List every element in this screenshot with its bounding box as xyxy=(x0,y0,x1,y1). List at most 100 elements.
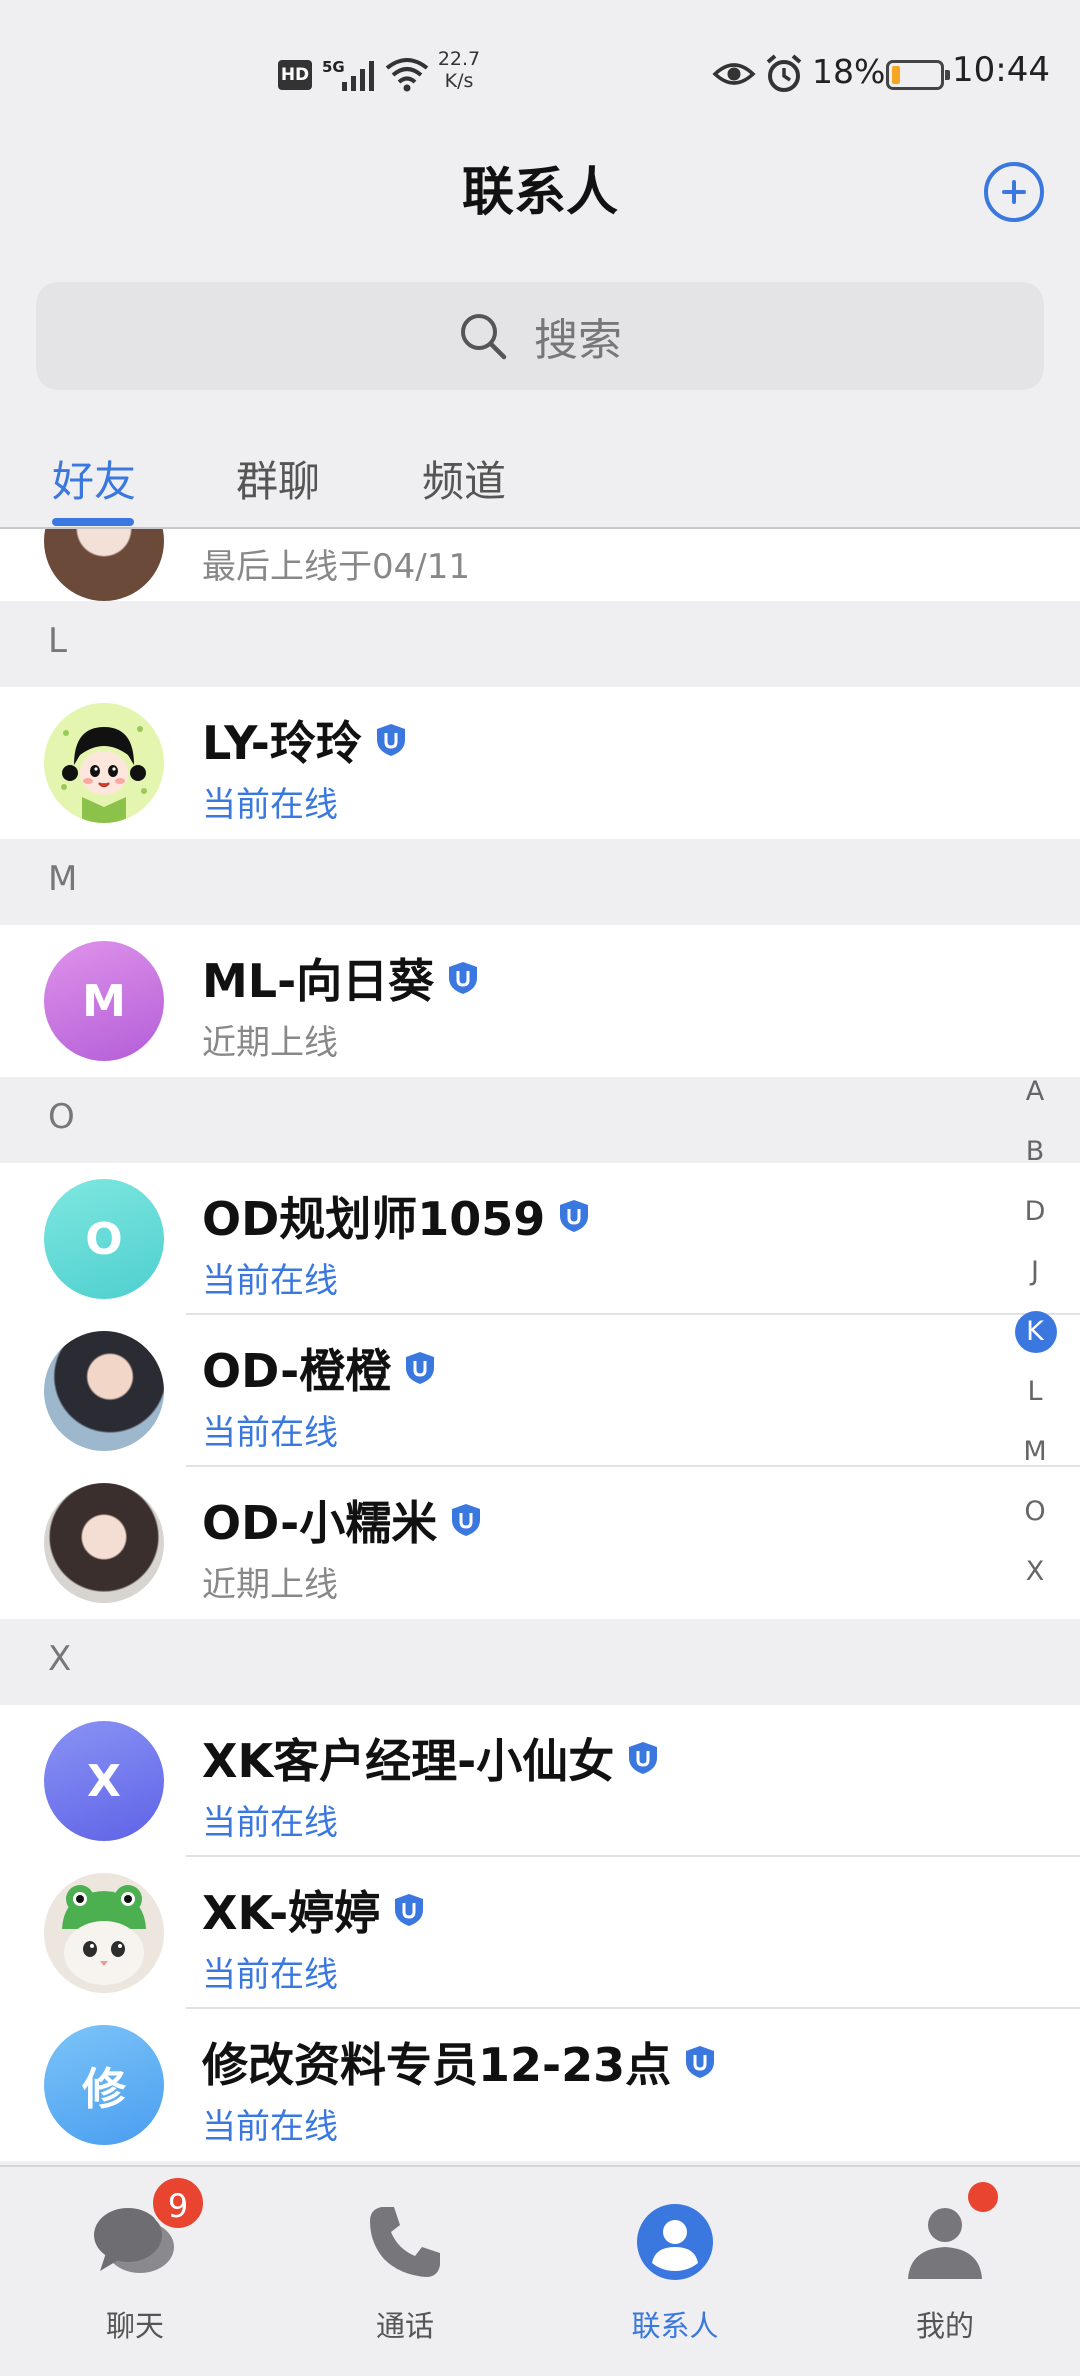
list-item[interactable]: X XK客户经理-小仙女 当前在线 xyxy=(0,1705,1080,1857)
verified-shield-icon xyxy=(395,1894,424,1926)
contacts-icon xyxy=(637,2204,713,2280)
avatar-letter: O xyxy=(85,1213,123,1265)
contact-name-text: OD规划师1059 xyxy=(202,1192,546,1246)
section-header: O xyxy=(0,1077,1080,1163)
search-input[interactable]: 搜索 xyxy=(36,282,1044,390)
avatar: M xyxy=(44,941,164,1061)
nav-label: 聊天 xyxy=(105,2309,164,2343)
list-item[interactable]: 修 修改资料专员12-23点 当前在线 xyxy=(0,2009,1080,2161)
network-speed: 22.7 K/s xyxy=(432,48,486,92)
verified-shield-icon xyxy=(406,1352,435,1384)
contact-name: XK-婷婷 xyxy=(202,1877,424,1943)
contact-name-text: 修改资料专员12-23点 xyxy=(202,2038,672,2092)
contact-status: 当前在线 xyxy=(202,1413,338,1453)
wifi-icon xyxy=(385,58,429,92)
contact-status: 当前在线 xyxy=(202,1803,338,1843)
avatar-letter: 修 xyxy=(82,2064,126,2115)
notification-dot xyxy=(968,2182,998,2212)
list-item[interactable]: OD-橙橙 当前在线 xyxy=(0,1315,1080,1467)
contact-name: OD规划师1059 xyxy=(202,1183,589,1249)
index-letter-b[interactable]: B xyxy=(1010,1130,1060,1174)
avatar xyxy=(44,1483,164,1603)
avatar xyxy=(44,703,164,823)
contact-name-text: LY-玲玲 xyxy=(202,716,362,770)
section-letter: L xyxy=(48,621,67,661)
tab-groups[interactable]: 群聊 xyxy=(236,448,320,509)
section-letter: O xyxy=(48,1097,75,1137)
verified-shield-icon xyxy=(686,2046,715,2078)
search-icon xyxy=(461,314,507,360)
contact-status: 最后上线于04/11 xyxy=(202,547,470,587)
nav-calls[interactable]: 通话 xyxy=(270,2167,540,2376)
contact-name: 修改资料专员12-23点 xyxy=(202,2029,715,2095)
speed-value: 22.7 xyxy=(437,48,481,70)
battery-percent: 18% xyxy=(812,52,886,91)
index-letter-k[interactable]: K xyxy=(1010,1310,1060,1354)
verified-shield-icon xyxy=(376,724,405,756)
cat-frog-hat-avatar xyxy=(44,1873,164,1993)
contact-name: ML-向日葵 xyxy=(202,945,478,1011)
avatar xyxy=(44,1331,164,1451)
status-bar: HD 5G 22.7 K/s 18% 10:44 xyxy=(0,0,1080,150)
battery-level xyxy=(892,66,900,84)
tab-channels[interactable]: 频道 xyxy=(422,448,506,509)
contact-status: 近期上线 xyxy=(202,1023,338,1063)
index-letter-a[interactable]: A xyxy=(1010,1070,1060,1114)
index-letter-o[interactable]: O xyxy=(1010,1490,1060,1534)
verified-shield-icon xyxy=(629,1742,658,1774)
avatar xyxy=(44,529,164,601)
section-letter: X xyxy=(48,1639,72,1679)
avatar: O xyxy=(44,1179,164,1299)
contact-name-text: ML-向日葵 xyxy=(202,954,435,1008)
contact-name: XK客户经理-小仙女 xyxy=(202,1725,658,1791)
contact-name: OD-橙橙 xyxy=(202,1335,435,1401)
contact-name-text: XK客户经理-小仙女 xyxy=(202,1734,615,1788)
section-header: X xyxy=(0,1619,1080,1705)
phone-icon xyxy=(370,2207,440,2277)
verified-shield-icon xyxy=(560,1200,589,1232)
list-item[interactable]: 最后上线于04/11 xyxy=(0,529,1080,601)
section-letter: M xyxy=(48,859,78,899)
tab-indicator xyxy=(52,518,134,526)
verified-shield-icon xyxy=(452,1504,481,1536)
avatar-letter: M xyxy=(82,975,126,1027)
eye-icon xyxy=(712,63,756,85)
hd-icon: HD xyxy=(278,60,312,90)
contact-name: OD-小糯米 xyxy=(202,1487,481,1553)
nav-profile[interactable]: 我的 xyxy=(810,2167,1080,2376)
nav-label: 我的 xyxy=(915,2309,974,2343)
list-item[interactable]: LY-玲玲 当前在线 xyxy=(0,687,1080,839)
verified-shield-icon xyxy=(449,962,478,994)
section-header: L xyxy=(0,601,1080,687)
index-letter-m[interactable]: M xyxy=(1010,1430,1060,1474)
list-item[interactable]: O OD规划师1059 当前在线 xyxy=(0,1163,1080,1315)
index-letter-l[interactable]: L xyxy=(1010,1370,1060,1414)
contact-status: 当前在线 xyxy=(202,1955,338,1995)
contact-name-text: OD-橙橙 xyxy=(202,1344,392,1398)
nav-label: 联系人 xyxy=(631,2309,719,2343)
index-letter-d[interactable]: D xyxy=(1010,1190,1060,1234)
index-letter-j[interactable]: J xyxy=(1010,1250,1060,1294)
contact-status: 当前在线 xyxy=(202,1261,338,1301)
nav-contacts[interactable]: 联系人 xyxy=(540,2167,810,2376)
nav-chat[interactable]: 9 聊天 xyxy=(0,2167,270,2376)
search-placeholder: 搜索 xyxy=(534,315,622,366)
clock: 10:44 xyxy=(952,50,1050,90)
page-title: 联系人 xyxy=(461,163,618,223)
tab-friends[interactable]: 好友 xyxy=(52,448,136,509)
tab-bar: 好友 群聊 频道 xyxy=(0,430,1080,530)
list-item[interactable]: XK-婷婷 当前在线 xyxy=(0,1857,1080,2009)
contact-name: LY-玲玲 xyxy=(202,707,406,773)
contact-name-text: XK-婷婷 xyxy=(202,1886,381,1940)
bottom-nav: 9 聊天 通话 联系人 我的 xyxy=(0,2165,1080,2376)
avatar-letter: X xyxy=(87,1755,121,1807)
alarm-icon xyxy=(766,54,802,92)
list-item[interactable]: M ML-向日葵 近期上线 xyxy=(0,925,1080,1077)
contact-status: 近期上线 xyxy=(202,1565,338,1605)
speed-unit: K/s xyxy=(444,70,474,92)
avatar xyxy=(44,1873,164,1993)
add-contact-button[interactable] xyxy=(984,162,1044,222)
index-letter-x[interactable]: X xyxy=(1010,1550,1060,1594)
list-item[interactable]: OD-小糯米 近期上线 xyxy=(0,1467,1080,1619)
contact-list[interactable]: 最后上线于04/11 L LY-玲玲 当前在线 M M ML-向日葵 近期上线 … xyxy=(0,529,1080,2165)
